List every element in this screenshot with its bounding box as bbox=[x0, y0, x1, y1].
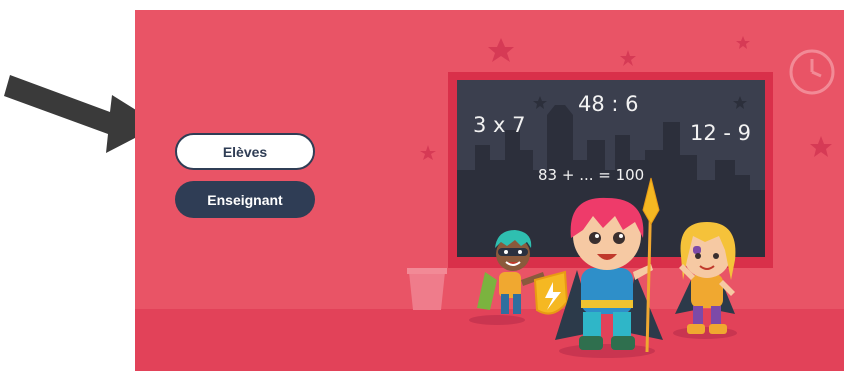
enseignant-button[interactable]: Enseignant bbox=[175, 181, 315, 218]
hero-character-girl-right bbox=[675, 222, 736, 334]
star-icon bbox=[810, 136, 832, 157]
star-icon bbox=[420, 145, 436, 160]
star-icon bbox=[620, 50, 636, 66]
equation-3: 12 - 9 bbox=[690, 121, 751, 145]
equation-1: 3 x 7 bbox=[473, 113, 526, 137]
trash-bin-icon bbox=[407, 268, 447, 310]
lightning-shield-icon bbox=[533, 270, 569, 315]
star-icon bbox=[488, 38, 514, 62]
equation-4: 83 + ... = 100 bbox=[538, 166, 644, 184]
star-icon bbox=[736, 36, 750, 49]
equation-2: 48 : 6 bbox=[578, 92, 639, 116]
clock-icon bbox=[789, 49, 835, 95]
eleves-button[interactable]: Elèves bbox=[175, 133, 315, 170]
